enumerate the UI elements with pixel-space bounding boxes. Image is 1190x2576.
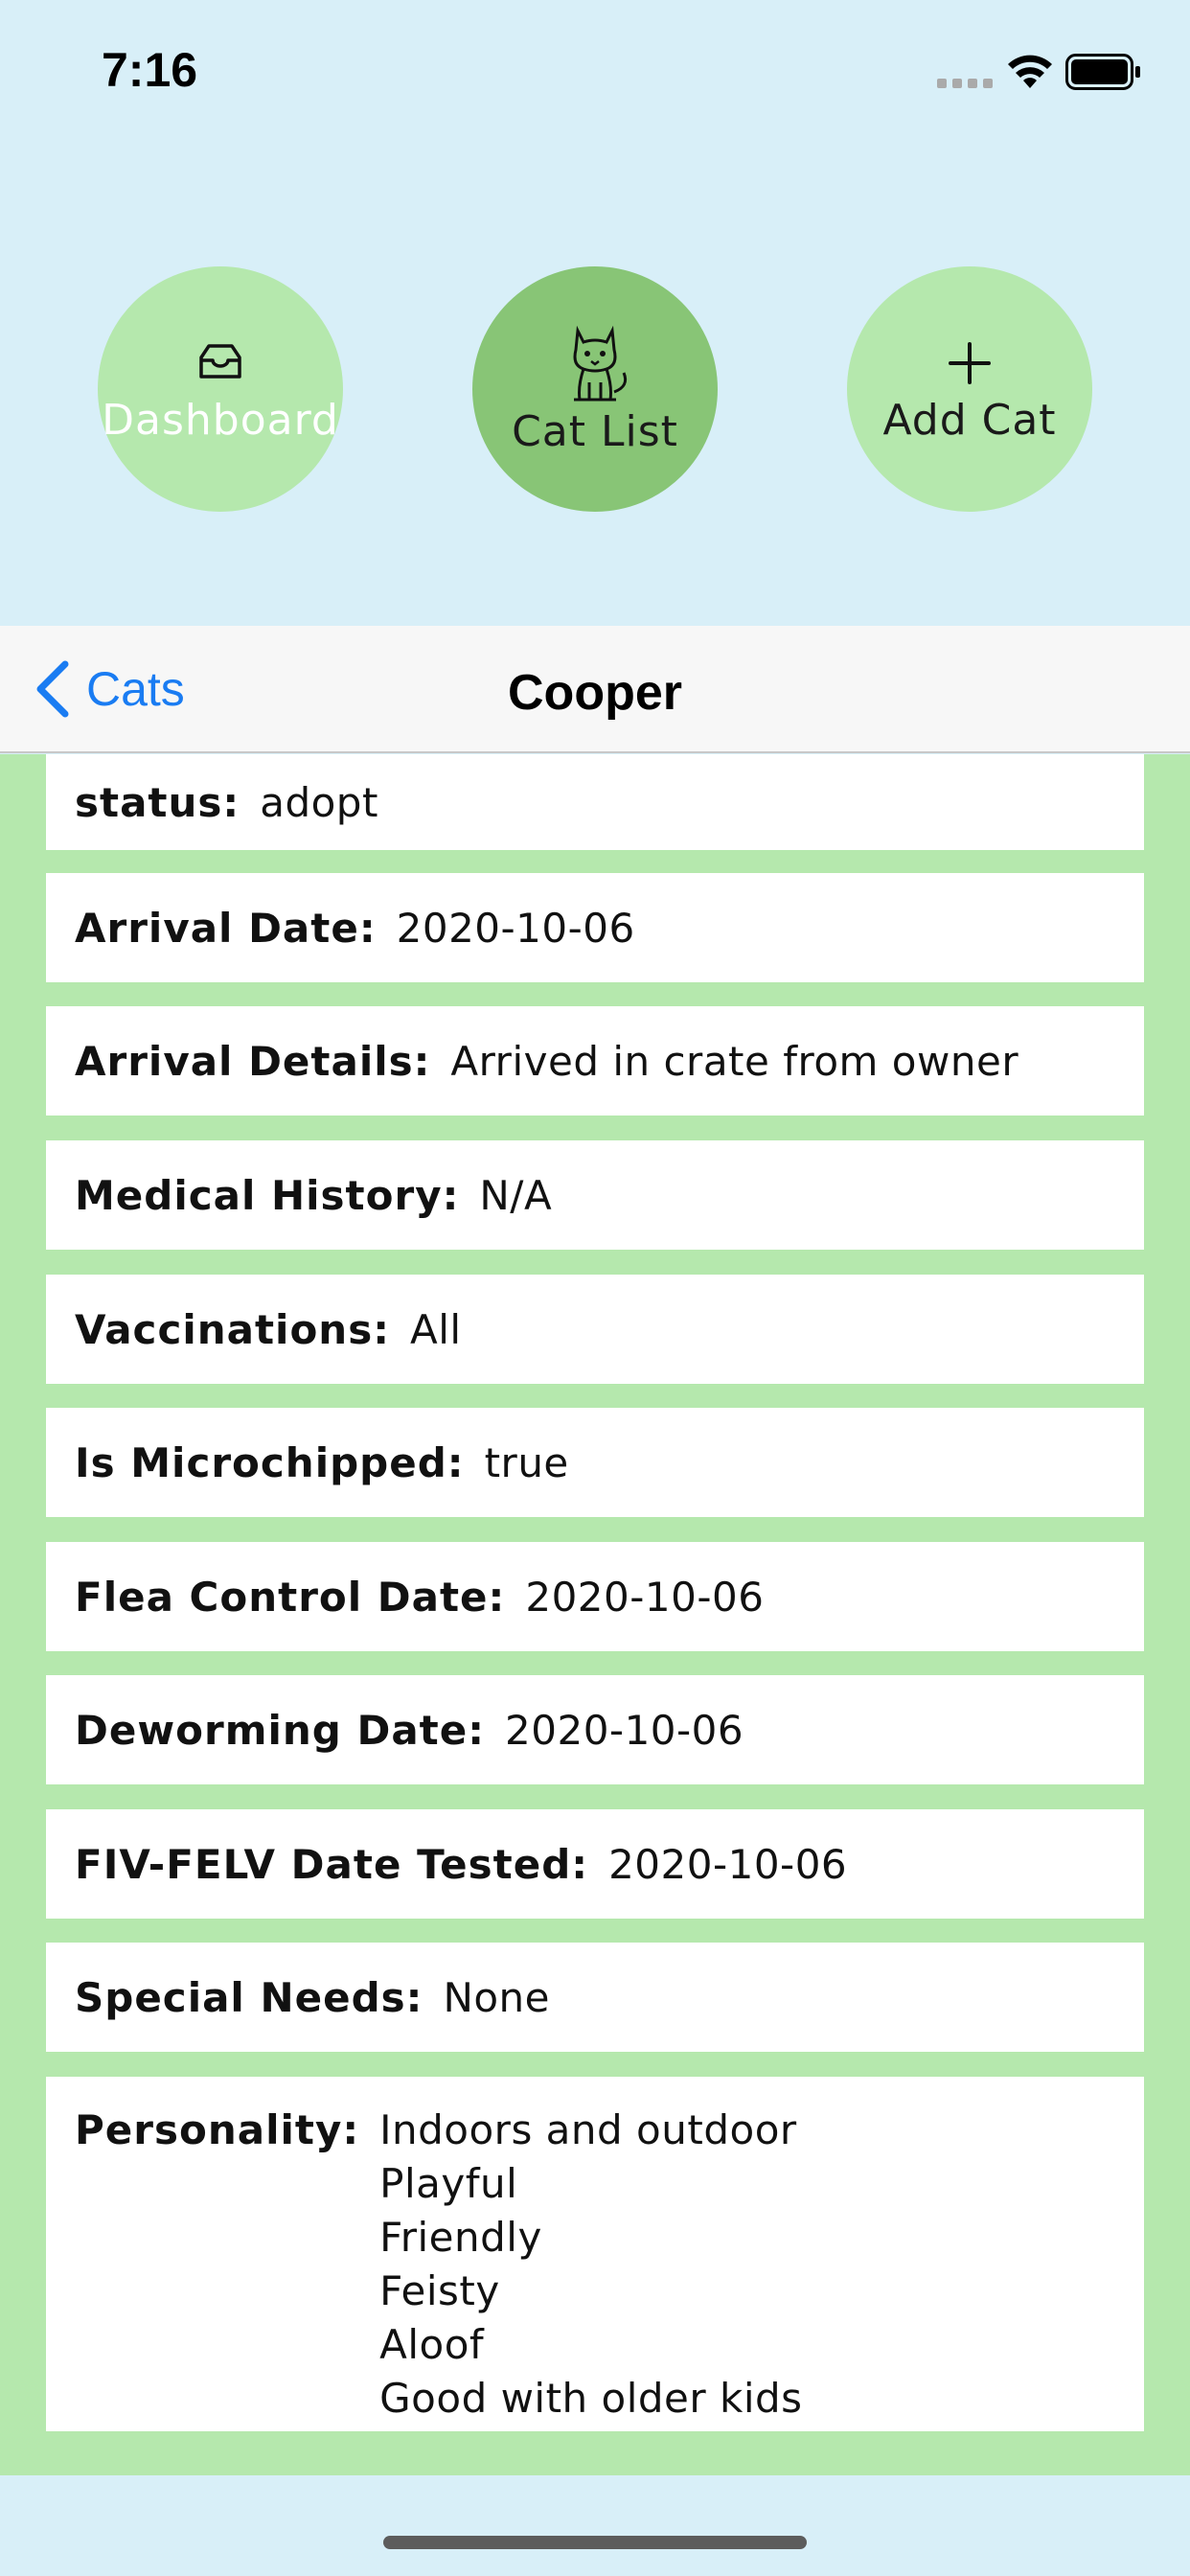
field-value: All [410,1305,462,1353]
field-label: Medical History [75,1171,443,1219]
cat-list-label: Cat List [512,406,678,456]
personality-item: Aloof [379,2321,485,2368]
field-row-fiv-felv-date: FIV-FELV Date Tested: 2020-10-06 [46,1809,1144,1919]
field-label: Flea Control Date [75,1573,489,1621]
field-value: true [484,1438,569,1486]
field-label: status [75,778,223,826]
field-row-arrival-date: Arrival Date: 2020-10-06 [46,873,1144,982]
field-label: Vaccinations [75,1305,374,1353]
status-time: 7:16 [102,43,198,97]
field-row-vaccinations: Vaccinations: All [46,1275,1144,1384]
status-bar: 7:16 [0,0,1190,134]
home-indicator[interactable] [383,2536,807,2549]
field-value: 2020-10-06 [396,904,635,952]
plus-icon [949,341,991,384]
field-label: Special Needs [75,1973,406,2021]
field-row-special-needs: Special Needs: None [46,1943,1144,2052]
field-value: Arrived in crate from owner [450,1037,1019,1085]
personality-item: Playful [379,2160,518,2207]
personality-item: Friendly [379,2214,542,2261]
app-screen: 7:16 Dashboard Cat List Add Cat Cats Coo… [0,0,1190,2576]
cat-list-button[interactable]: Cat List [472,266,718,512]
field-label: Arrival Date [75,904,359,952]
add-cat-button[interactable]: Add Cat [847,266,1092,512]
field-value: None [443,1973,551,2021]
personality-item: Good with older kids [379,2375,803,2422]
personality-item: Feisty [379,2267,500,2314]
field-row-microchipped: Is Microchipped: true [46,1408,1144,1517]
field-value: 2020-10-06 [608,1840,848,1888]
dashboard-label: Dashboard [102,395,339,445]
field-label: FIV-FELV Date Tested [75,1840,572,1888]
personality-item: Indoors and outdoor [379,2106,797,2153]
field-value: N/A [479,1171,553,1219]
page-title: Cooper [508,665,682,721]
personality-list: Indoors and outdoor Playful Friendly Fei… [379,2104,802,2426]
add-cat-label: Add Cat [882,395,1057,445]
field-value: adopt [260,778,378,826]
wifi-icon [1008,55,1052,88]
field-label: Arrival Details [75,1037,414,1085]
field-row-deworming-date: Deworming Date: 2020-10-06 [46,1675,1144,1784]
navigation-bar: Cats Cooper [0,626,1190,753]
field-row-arrival-details: Arrival Details: Arrived in crate from o… [46,1006,1144,1116]
field-label: Is Microchipped [75,1438,447,1486]
cellular-signal-icon [937,79,993,88]
cat-details-list[interactable]: status: adopt Arrival Date: 2020-10-06 A… [0,754,1190,2475]
field-row-flea-control-date: Flea Control Date: 2020-10-06 [46,1542,1144,1651]
battery-icon [1065,54,1140,90]
field-label: Deworming Date [75,1706,469,1754]
field-row-status: status: adopt [46,754,1144,850]
dashboard-button[interactable]: Dashboard [98,266,343,512]
cat-icon [573,325,628,401]
field-value: 2020-10-06 [525,1573,765,1621]
field-row-medical-history: Medical History: N/A [46,1140,1144,1250]
tray-icon [199,343,241,379]
field-value: 2020-10-06 [505,1706,744,1754]
field-row-personality: Personality: Indoors and outdoor Playful… [46,2077,1144,2431]
field-label: Personality [75,2106,343,2153]
top-navigation: Dashboard Cat List Add Cat [0,266,1190,512]
